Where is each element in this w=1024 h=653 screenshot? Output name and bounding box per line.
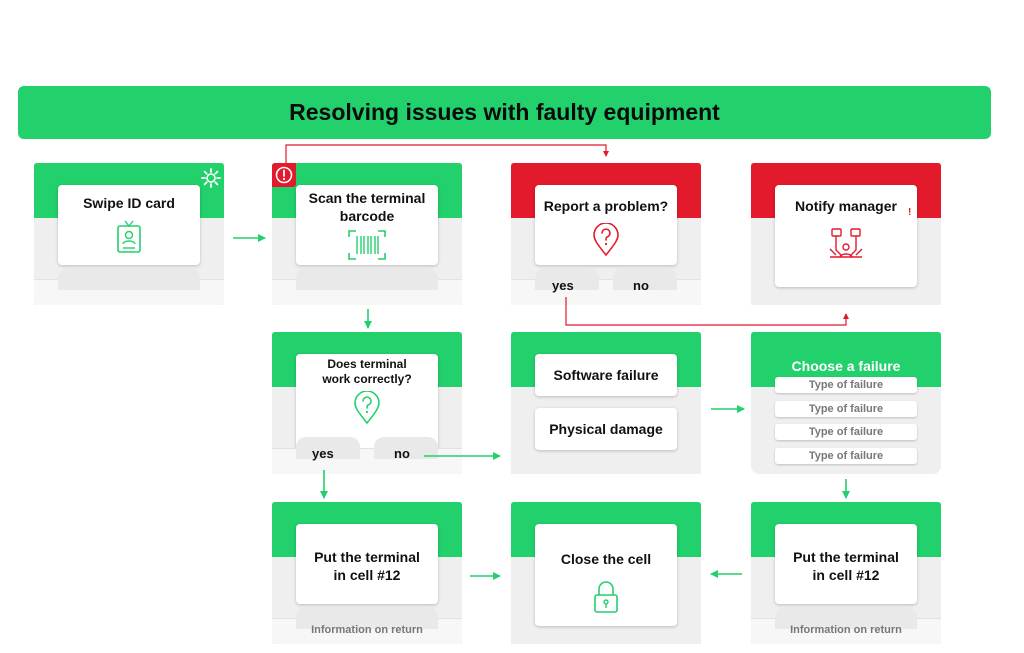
node-put-terminal-left: Put the terminal in cell #12 Information…	[272, 502, 462, 644]
node-scan-barcode: Scan the terminal barcode	[272, 163, 462, 305]
info-on-return: Information on return	[311, 624, 423, 636]
branch-no: no	[394, 446, 410, 461]
node-put-terminal-right: Put the terminal in cell #12 Information…	[751, 502, 941, 644]
failure-type-item[interactable]: Type of failure	[775, 377, 917, 393]
failure-type-item[interactable]: Type of failure	[775, 448, 917, 464]
branch-no: no	[633, 278, 649, 293]
node-failure-kind: Software failure Physical damage	[511, 332, 701, 474]
failure-type-item[interactable]: Type of failure	[775, 424, 917, 440]
node-label: Put the terminal in cell #12	[314, 549, 420, 583]
barcode-icon	[348, 230, 386, 260]
node-label: Report a problem?	[543, 198, 669, 214]
node-label: Put the terminal in cell #12	[793, 549, 899, 583]
manager-network-icon	[829, 228, 863, 258]
node-swipe-id-card: Swipe ID card	[34, 163, 224, 305]
branch-yes: yes	[552, 278, 574, 293]
branch-yes: yes	[312, 446, 334, 461]
node-label: Swipe ID card	[83, 195, 175, 211]
id-card-icon	[117, 220, 141, 253]
question-pin-icon	[354, 391, 380, 425]
node-label: Notify manager	[795, 198, 897, 214]
node-terminal-check: Does terminal work correctly? yes no	[272, 332, 462, 474]
diagram-title: Resolving issues with faulty equipment	[18, 86, 991, 139]
gear-icon	[201, 168, 221, 188]
exclamation-icon: !	[908, 207, 912, 218]
node-choose-failure: Choose a failure Type of failure Type of…	[751, 332, 941, 474]
node-close-cell: Close the cell	[511, 502, 701, 644]
choose-failure-title: Choose a failure	[791, 358, 901, 374]
failure-type-item[interactable]: Type of failure	[775, 401, 917, 417]
node-label: Close the cell	[560, 551, 652, 567]
option-physical-damage[interactable]: Physical damage	[535, 408, 677, 450]
node-report-problem: Report a problem? yes no	[511, 163, 701, 305]
info-on-return: Information on return	[790, 624, 902, 636]
question-pin-icon	[593, 223, 619, 257]
node-label: Scan the terminal barcode	[308, 190, 426, 224]
padlock-icon	[594, 581, 618, 613]
option-software-failure[interactable]: Software failure	[535, 354, 677, 396]
alert-icon	[272, 163, 296, 187]
node-label: Does terminal work correctly?	[322, 357, 412, 386]
node-notify-manager: Notify manager !	[751, 163, 941, 305]
arrow-alert-to-report	[285, 144, 609, 163]
